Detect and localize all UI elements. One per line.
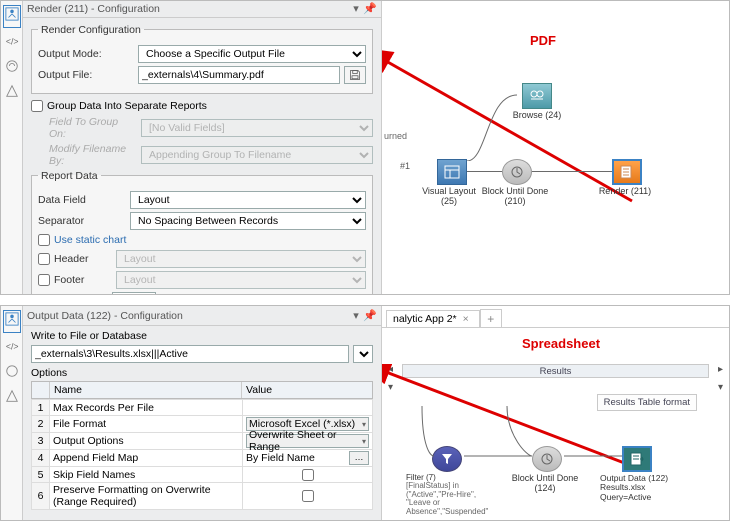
table-row: 6Preserve Formatting on Overwrite (Range… xyxy=(32,483,373,510)
modify-fn-select: Appending Group To Filename xyxy=(141,146,373,164)
config-tab-icon[interactable] xyxy=(3,5,21,28)
output-mode-select[interactable]: Choose a Specific Output File xyxy=(138,45,366,63)
add-tab-button[interactable]: + xyxy=(480,309,502,327)
wire xyxy=(532,171,612,172)
help-tab-icon[interactable] xyxy=(5,389,19,408)
block-until-done-tool[interactable] xyxy=(502,159,532,185)
help-tab-icon[interactable] xyxy=(5,84,19,103)
options-label: Options xyxy=(31,367,373,379)
output-data-label: Output Data (122) Results.xlsx Query=Act… xyxy=(600,474,670,502)
footer-checkbox[interactable] xyxy=(38,274,50,286)
footer-label: Footer xyxy=(54,274,112,286)
static-chart-checkbox[interactable] xyxy=(38,234,50,246)
visual-layout-tool[interactable] xyxy=(437,159,467,185)
render-tool-label: Render (211) xyxy=(590,187,660,197)
separator-label: Separator xyxy=(38,215,126,227)
config-tab-icon[interactable] xyxy=(3,310,21,333)
output-file-label: Output File: xyxy=(38,69,134,81)
group-data-label: Group Data Into Separate Reports xyxy=(47,100,207,112)
field-group-select: [No Valid Fields] xyxy=(141,119,373,137)
spreadsheet-label: Spreadsheet xyxy=(522,336,600,351)
header-label: Header xyxy=(54,253,112,265)
pin-icon[interactable]: 📌 xyxy=(363,309,377,322)
header-select: Layout xyxy=(116,250,366,268)
footer-select: Layout xyxy=(116,271,366,289)
output-path-dropdown[interactable] xyxy=(353,345,373,363)
panel-title: Render (211) - Configuration xyxy=(27,3,160,15)
xml-tab-icon[interactable]: </> xyxy=(5,339,19,358)
svg-text:</>: </> xyxy=(5,37,18,47)
tab-app[interactable]: nalytic App 2*× xyxy=(386,310,480,327)
output-options-select[interactable]: Overwrite Sheet or Range xyxy=(246,434,369,448)
pin-icon[interactable]: 📌 xyxy=(363,2,377,15)
table-row: 1Max Records Per File xyxy=(32,400,373,416)
field-group-label: Field To Group On: xyxy=(49,116,137,140)
annotate-tab-icon[interactable] xyxy=(5,59,19,78)
data-field-select[interactable]: Layout xyxy=(130,191,366,209)
urned-text: urned xyxy=(384,131,407,141)
output-mode-label: Output Mode: xyxy=(38,48,134,60)
group-data-checkbox[interactable] xyxy=(31,100,43,112)
xml-tab-icon[interactable]: </> xyxy=(5,34,19,53)
static-chart-label: Use static chart xyxy=(54,234,126,246)
header-checkbox[interactable] xyxy=(38,253,50,265)
modify-fn-label: Modify Filename By: xyxy=(49,143,137,167)
annotate-tab-icon[interactable] xyxy=(5,364,19,383)
collapse-icon[interactable]: ▾ xyxy=(349,309,363,322)
anchor-1-label: #1 xyxy=(400,161,410,171)
wire xyxy=(467,171,502,172)
output-path-input[interactable] xyxy=(31,345,349,363)
data-field-label: Data Field xyxy=(38,194,126,206)
table-row: 5Skip Field Names xyxy=(32,467,373,483)
output-file-input[interactable] xyxy=(138,66,340,84)
block-until-done-label: Block Until Done (124) xyxy=(510,474,580,494)
filter-tool-label: Filter (7) [FinalStatus] in ("Active","P… xyxy=(406,474,486,516)
block-until-done-label: Block Until Done (210) xyxy=(480,187,550,207)
panel-title: Output Data (122) - Configuration xyxy=(27,310,183,322)
edge-distance-spinner[interactable]: 0 ▴▾ xyxy=(112,292,156,294)
collapse-icon[interactable]: ▾ xyxy=(349,2,363,15)
close-icon[interactable]: × xyxy=(463,313,469,325)
save-file-button[interactable] xyxy=(344,66,366,84)
collapse-right-icon[interactable]: ▸ xyxy=(718,364,723,375)
write-legend: Write to File or Database xyxy=(31,330,373,342)
skip-field-names-checkbox[interactable] xyxy=(302,469,314,481)
visual-layout-label: Visual Layout (25) xyxy=(414,187,484,207)
options-grid-header: Name Value xyxy=(31,381,373,399)
separator-select[interactable]: No Spacing Between Records xyxy=(130,212,366,230)
svg-text:</>: </> xyxy=(5,342,18,352)
section-toggle-right[interactable]: ▾ xyxy=(718,382,723,393)
options-grid[interactable]: 1Max Records Per File 2File FormatMicros… xyxy=(31,399,373,510)
preserve-formatting-checkbox[interactable] xyxy=(302,490,314,502)
report-data-legend: Report Data xyxy=(38,170,101,182)
field-map-button[interactable]: … xyxy=(349,451,369,465)
render-tool[interactable] xyxy=(612,159,642,185)
table-row: 3Output OptionsOverwrite Sheet or Range xyxy=(32,433,373,450)
render-config-legend: Render Configuration xyxy=(38,24,144,36)
